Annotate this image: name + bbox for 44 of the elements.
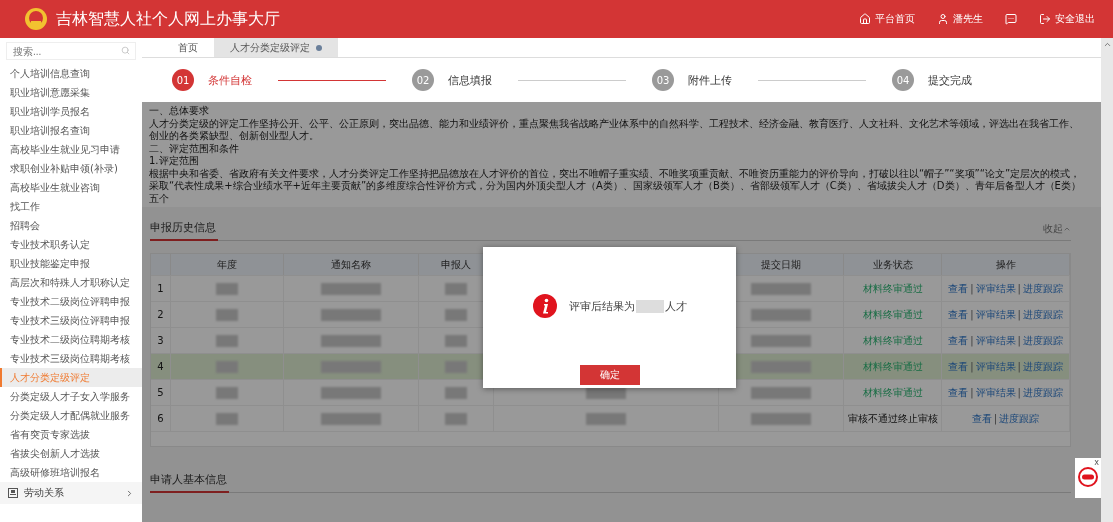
column-header: 通知名称 [284, 254, 419, 275]
intro-text: 一、总体要求 [149, 105, 210, 118]
link-separator: | [993, 413, 998, 424]
step-label: 提交完成 [928, 72, 972, 88]
group-label: 劳动关系 [24, 486, 65, 500]
row-number: 1 [151, 276, 171, 301]
site-title: 吉林智慧人社个人网上办事大厅 [56, 8, 281, 30]
row-number: 4 [151, 354, 171, 379]
link-separator: | [1017, 361, 1021, 372]
intro-text: 二、评定范围和条件 [149, 142, 240, 155]
step-number: 04 [892, 69, 914, 91]
link-separator: | [970, 387, 974, 398]
step-label: 信息填报 [448, 72, 492, 88]
status-text: 材料终审通过 [844, 354, 942, 379]
link-separator: | [970, 309, 974, 320]
link-separator: | [1017, 387, 1021, 398]
section-title: 申请人基本信息 [150, 472, 229, 493]
link-separator: | [1017, 335, 1021, 346]
status-text: 审核不通过终止审核 [844, 406, 942, 431]
status-text: 材料终审通过 [844, 276, 942, 301]
row-number: 2 [151, 302, 171, 327]
row-number: 5 [151, 380, 171, 405]
column-header: 操作 [942, 254, 1070, 275]
intro-text: 根据中央和省委、省政府有关文件要求，人才分类评定工作坚持把品德放在人才评价的首位，突出不唯帽子重实绩、不唯奖项重贡献、不唯资历重能力的评价导向，打破以往以“帽子”“奖项”“论文”定层次的模式，采取“代表性成果+综合业绩水平+近年主要贡献”的多维度综合性评价方式，分为国内外顶尖型人才（A类）、国家级领军人才（B类）、省部级领军人才（C类）、省域拔尖人才（D类）、青年后备型人才（E类）五个 [149, 167, 1082, 205]
status-text: 材料终审通过 [844, 328, 942, 353]
row-number: 3 [151, 328, 171, 353]
link-separator: | [970, 283, 974, 294]
section-title: 申报历史信息 [150, 220, 218, 241]
link-separator: | [970, 335, 974, 346]
status-text: 材料终审通过 [844, 380, 942, 405]
link-separator: | [970, 361, 974, 372]
row-number: 6 [151, 406, 171, 431]
step-number: 01 [172, 69, 194, 91]
link-separator: | [1017, 283, 1021, 294]
link-separator: | [1017, 309, 1021, 320]
column-header: 业务状态 [844, 254, 942, 275]
step-label: 条件自检 [208, 72, 252, 88]
column-header: 年度 [171, 254, 284, 275]
intro-text: 1.评定范围 [149, 155, 200, 168]
step-number: 02 [412, 69, 434, 91]
status-text: 材料终审通过 [844, 302, 942, 327]
step-label: 附件上传 [688, 72, 732, 88]
intro-text: 人才分类定级的评定工作坚持公开、公平、公正原则，突出品德、能力和业绩评价，重点聚焦我省战略产业体系中的自然科学、工程技术、经济金融、教育医疗、人文社科、文化艺术等领域，评选出在我省工作、创业的各类紧缺型、创新创业型人才。 [149, 117, 1080, 143]
step-number: 03 [652, 69, 674, 91]
